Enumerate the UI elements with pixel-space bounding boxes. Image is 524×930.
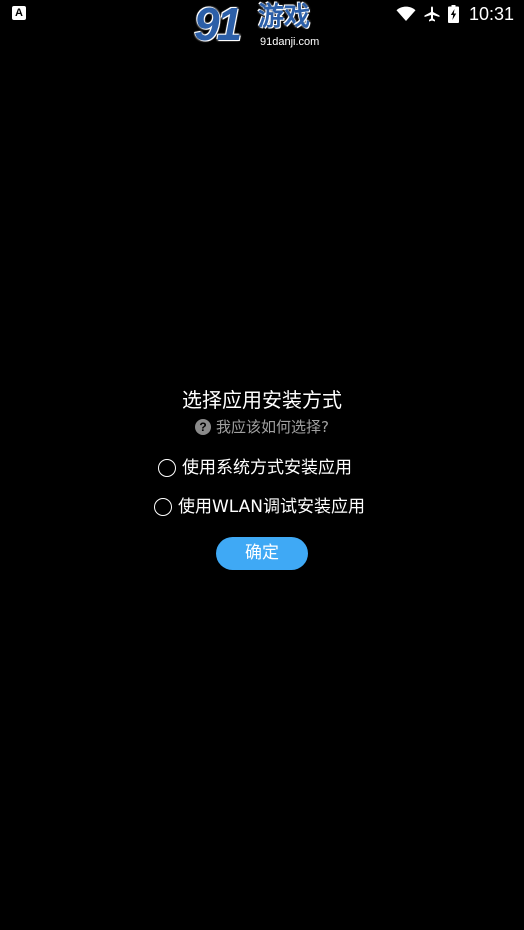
- airplane-icon: [424, 6, 440, 22]
- option-system-install[interactable]: 使用系统方式安装应用: [158, 456, 352, 480]
- wifi-icon: [396, 6, 416, 22]
- confirm-button[interactable]: 确定: [216, 537, 308, 570]
- help-link-text: 我应该如何选择?: [216, 418, 329, 436]
- status-icons: 10:31: [396, 0, 514, 28]
- dialog-title: 选择应用安装方式: [182, 388, 342, 412]
- option-wlan-debug-install-label: 使用WLAN调试安装应用: [178, 497, 366, 517]
- option-wlan-debug-install[interactable]: 使用WLAN调试安装应用: [154, 495, 365, 519]
- radio-button-wlan-debug-install[interactable]: [154, 498, 172, 516]
- option-system-install-label: 使用系统方式安装应用: [182, 458, 352, 478]
- battery-charging-icon: [447, 5, 459, 23]
- radio-button-system-install[interactable]: [158, 459, 176, 477]
- watermark-number: 91: [194, 0, 242, 50]
- status-clock: 10:31: [468, 3, 514, 24]
- site-watermark-logo: 91 游戏 91danji.com: [194, 0, 334, 52]
- install-method-dialog: 选择应用安装方式 ? 我应该如何选择? 使用系统方式安装应用 使用WLAN调试安…: [0, 380, 524, 580]
- help-link[interactable]: ? 我应该如何选择?: [0, 417, 524, 437]
- watermark-domain: 91danji.com: [260, 36, 320, 48]
- watermark-brand: 游戏: [258, 2, 311, 32]
- question-icon: ?: [195, 419, 212, 435]
- notification-app-icon: A: [12, 6, 26, 20]
